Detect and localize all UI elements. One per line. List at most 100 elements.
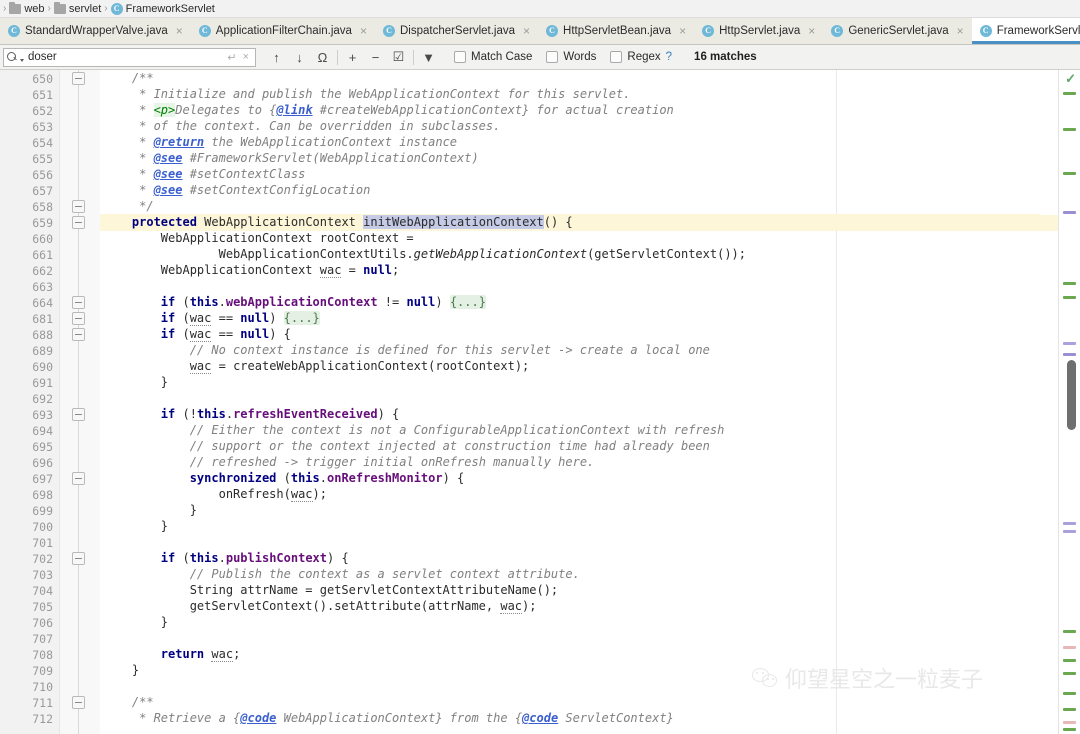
find-next-button[interactable]: ↓: [288, 47, 311, 67]
tab-close-icon[interactable]: ×: [679, 25, 686, 37]
editor-tab-dispatcherservlet[interactable]: C DispatcherServlet.java ×: [375, 18, 538, 44]
checkbox-box[interactable]: [454, 51, 466, 63]
find-action-buttons[interactable]: ↑ ↓ Ω + − ☑ ▼: [265, 47, 440, 67]
checkbox-words[interactable]: Words: [546, 51, 596, 63]
fold-toggle-icon[interactable]: [72, 328, 85, 341]
filter-button[interactable]: ▼: [417, 47, 440, 67]
search-history-chevron-icon[interactable]: [20, 58, 24, 62]
tab-close-icon[interactable]: ×: [523, 25, 530, 37]
fold-toggle-icon[interactable]: [72, 472, 85, 485]
error-stripe-marker[interactable]: [1063, 282, 1076, 285]
tab-close-icon[interactable]: ×: [360, 25, 367, 37]
error-stripe-marker[interactable]: [1063, 692, 1076, 695]
code-line[interactable]: String attrName = getServletContextAttri…: [100, 582, 1040, 598]
code-line[interactable]: if (wac == null) {...}: [100, 310, 1040, 326]
editor-tab-genericservlet[interactable]: C GenericServlet.java ×: [823, 18, 971, 44]
code-line[interactable]: if (!this.refreshEventReceived) {: [100, 406, 1040, 422]
find-help-icon[interactable]: ?: [666, 51, 672, 63]
editor-tab-httpservletbean[interactable]: C HttpServletBean.java ×: [538, 18, 694, 44]
code-line[interactable]: // Either the context is not a Configura…: [100, 422, 1040, 438]
code-line[interactable]: /**: [100, 694, 1040, 710]
error-stripe-marker[interactable]: [1063, 342, 1076, 345]
tab-close-icon[interactable]: ×: [176, 25, 183, 37]
code-line[interactable]: * @see #setContextConfigLocation: [100, 182, 1040, 198]
error-stripe-marker[interactable]: [1063, 721, 1076, 724]
code-line[interactable]: }: [100, 518, 1040, 534]
code-line[interactable]: /**: [100, 70, 1040, 86]
code-line[interactable]: }: [100, 374, 1040, 390]
code-line[interactable]: wac = createWebApplicationContext(rootCo…: [100, 358, 1040, 374]
error-stripe-marker[interactable]: [1063, 630, 1076, 633]
line-number-gutter[interactable]: 650 651 652 653 654 655 656 657 658 659 660 661 662 6…: [0, 70, 60, 734]
code-line[interactable]: // No context instance is defined for th…: [100, 342, 1040, 358]
error-stripe-marker[interactable]: [1063, 211, 1076, 214]
code-line[interactable]: protected WebApplicationContext initWebA…: [100, 214, 1040, 230]
fold-toggle-icon[interactable]: [72, 216, 85, 229]
code-line[interactable]: getServletContext().setAttribute(attrNam…: [100, 598, 1040, 614]
tab-close-icon[interactable]: ×: [957, 25, 964, 37]
editor-tab-frameworkservlet[interactable]: C FrameworkServlet.java: [971, 18, 1080, 44]
code-line[interactable]: return wac;: [100, 646, 1040, 662]
fold-toggle-icon[interactable]: [72, 72, 85, 85]
error-stripe-marker[interactable]: [1063, 522, 1076, 525]
fold-toggle-icon[interactable]: [72, 200, 85, 213]
checkbox-match-case[interactable]: Match Case: [454, 51, 532, 63]
editor-tab-standardwrappervalve[interactable]: C StandardWrapperValve.java ×: [0, 18, 191, 44]
tab-close-icon[interactable]: ×: [808, 25, 815, 37]
error-stripe-marker[interactable]: [1063, 646, 1076, 649]
search-clear-icon[interactable]: ×: [240, 51, 252, 63]
code-line[interactable]: * @see #setContextClass: [100, 166, 1040, 182]
checkbox-box[interactable]: [610, 51, 623, 63]
code-line[interactable]: }: [100, 502, 1040, 518]
code-line[interactable]: WebApplicationContext wac = null;: [100, 262, 1040, 278]
code-line[interactable]: * @see #FrameworkServlet(WebApplicationC…: [100, 150, 1040, 166]
error-stripe-marker[interactable]: [1063, 659, 1076, 662]
error-stripe-marker[interactable]: [1063, 296, 1076, 299]
code-line[interactable]: if (this.webApplicationContext != null) …: [100, 294, 1040, 310]
editor-tab-applicationfilterchain[interactable]: C ApplicationFilterChain.java ×: [191, 18, 375, 44]
code-line[interactable]: // refreshed -> trigger initial onRefres…: [100, 454, 1040, 470]
code-editor[interactable]: 650 651 652 653 654 655 656 657 658 659 660 661 662 6…: [0, 70, 1080, 734]
error-stripe-marker[interactable]: [1063, 728, 1076, 731]
code-line[interactable]: * <p>Delegates to {@link #createWebAppli…: [100, 102, 1040, 118]
code-text-area[interactable]: /** * Initialize and publish the WebAppl…: [100, 70, 1040, 734]
checkbox-box[interactable]: [546, 51, 559, 63]
fold-toggle-icon[interactable]: [72, 552, 85, 565]
find-options[interactable]: Match Case Words Regex?: [440, 51, 672, 63]
search-input[interactable]: doser ↵ ×: [3, 47, 256, 67]
code-line[interactable]: if (wac == null) {: [100, 326, 1040, 342]
error-stripe-marker[interactable]: [1063, 128, 1076, 131]
code-line[interactable]: * Retrieve a {@code WebApplicationContex…: [100, 710, 1040, 726]
remove-occurrence-button[interactable]: −: [364, 47, 387, 67]
code-line[interactable]: */: [100, 198, 1040, 214]
error-stripe-marker[interactable]: [1063, 353, 1076, 356]
find-toolbar[interactable]: doser ↵ × ↑ ↓ Ω + − ☑ ▼ Match Case Words R…: [0, 45, 1080, 70]
breadcrumb-item-web[interactable]: web: [7, 1, 46, 15]
editor-tab-bar[interactable]: C StandardWrapperValve.java × C ApplicationF…: [0, 18, 1080, 45]
add-occurrence-button[interactable]: +: [341, 47, 364, 67]
error-stripe-marker[interactable]: [1063, 530, 1076, 533]
code-line[interactable]: // Publish the context as a servlet cont…: [100, 566, 1040, 582]
error-stripe-marker[interactable]: [1063, 708, 1076, 711]
code-line[interactable]: // support or the context injected at co…: [100, 438, 1040, 454]
inspection-ok-icon[interactable]: ✓: [1065, 72, 1076, 85]
error-stripe-marker[interactable]: [1063, 92, 1076, 95]
code-line[interactable]: }: [100, 662, 1040, 678]
editor-scrollbar-thumb[interactable]: [1067, 360, 1076, 430]
code-line[interactable]: synchronized (this.onRefreshMonitor) {: [100, 470, 1040, 486]
code-line[interactable]: }: [100, 614, 1040, 630]
code-line[interactable]: if (this.publishContext) {: [100, 550, 1040, 566]
error-stripe-marker[interactable]: [1063, 172, 1076, 175]
code-line[interactable]: * Initialize and publish the WebApplicat…: [100, 86, 1040, 102]
code-line[interactable]: [100, 678, 1040, 694]
checkbox-regex[interactable]: Regex: [610, 51, 661, 63]
code-line[interactable]: [100, 630, 1040, 646]
fold-toggle-icon[interactable]: [72, 408, 85, 421]
code-line[interactable]: * @return the WebApplicationContext inst…: [100, 134, 1040, 150]
code-line[interactable]: onRefresh(wac);: [100, 486, 1040, 502]
code-line[interactable]: WebApplicationContextUtils.getWebApplica…: [100, 246, 1040, 262]
fold-toggle-icon[interactable]: [72, 696, 85, 709]
code-line[interactable]: WebApplicationContext rootContext =: [100, 230, 1040, 246]
fold-toggle-icon[interactable]: [72, 296, 85, 309]
breadcrumb-item-servlet[interactable]: servlet: [52, 1, 103, 15]
